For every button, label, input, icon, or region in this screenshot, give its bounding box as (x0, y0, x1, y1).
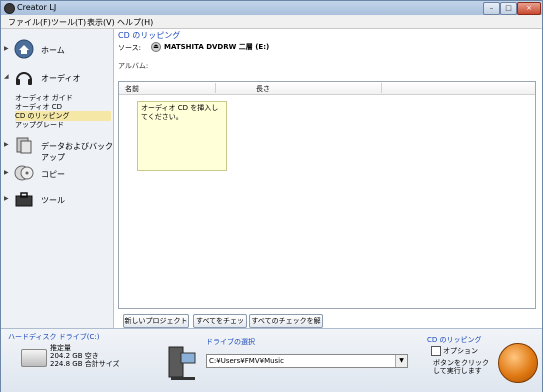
backup-icon (16, 137, 32, 154)
column-length[interactable]: 長さ (256, 84, 270, 94)
source-label: ソース: (118, 44, 142, 52)
menu-view[interactable]: 表示(V) (87, 17, 115, 28)
expand-arrow-icon: ▶ (4, 45, 9, 52)
sidebar-item-data-backup[interactable]: ▶ データおよびバックアップ (1, 133, 113, 162)
window-title: Creator LJ (17, 3, 57, 12)
source-drive-value[interactable]: MATSHITA DVDRW 二層 (E:) (164, 42, 269, 52)
column-divider (381, 83, 382, 93)
eject-icon[interactable]: ⏏ (151, 42, 161, 52)
expand-arrow-icon: ▶ (4, 141, 9, 148)
menu-help[interactable]: ヘルプ(H) (117, 17, 153, 28)
album-label: アルバム: (118, 62, 149, 70)
menu-tools[interactable]: ツール(T) (51, 17, 86, 28)
maximize-button[interactable]: □ (500, 2, 517, 15)
sidebar-label-data: データおよびバックアップ (41, 142, 113, 162)
options-checkbox[interactable] (431, 346, 441, 356)
options-label[interactable]: オプション (443, 346, 478, 356)
sidebar-item-tools[interactable]: ▶ ツール (1, 187, 113, 211)
drive-select-dropdown[interactable]: C:¥Users¥FMV¥Music ▼ (206, 354, 408, 368)
expand-arrow-icon: ▶ (4, 195, 9, 202)
uncheck-all-button[interactable]: すべてのチェックを解除 (249, 314, 323, 337)
disc-copy-icon (14, 165, 34, 181)
sidebar: ▶ ホーム ◢ オーディオ オーディオ ガイド オーディオ CD CD のリッピ… (1, 29, 114, 328)
sidebar-label-audio: オーディオ (41, 74, 81, 83)
drive-select-title: ドライブの選択 (206, 338, 255, 346)
sidebar-item-home[interactable]: ▶ ホーム (1, 37, 113, 61)
hard-disk-icon (21, 349, 47, 367)
menu-bar: ファイル(F) ツール(T) 表示(V) ヘルプ(H) (1, 15, 542, 29)
chevron-down-icon[interactable]: ▼ (395, 355, 407, 367)
main-content: CD のリッピング ソース: ⏏ MATSHITA DVDRW 二層 (E:) … (114, 29, 542, 337)
page-title: CD のリッピング (118, 31, 181, 40)
app-icon (4, 3, 15, 14)
sidebar-label-tools: ツール (41, 196, 65, 205)
sidebar-label-copy: コピー (41, 170, 65, 179)
rip-hint: ボタンをクリックして実行します (433, 359, 489, 375)
check-all-button[interactable]: すべてをチェック (193, 314, 247, 337)
collapse-arrow-icon: ◢ (4, 73, 9, 80)
track-list-header: 名前 長さ (119, 82, 535, 95)
status-panel: ハードディスク ドライブ(C:) 推定量 204.2 GB 空き 224.8 G… (1, 328, 542, 392)
drive-path-value: C:¥Users¥FMV¥Music (209, 357, 284, 365)
app-window: Creator LJ – □ × ファイル(F) ツール(T) 表示(V) ヘル… (0, 0, 543, 392)
menu-file[interactable]: ファイル(F) (8, 17, 51, 28)
total-size: 224.8 GB 合計サイズ (50, 360, 120, 368)
track-list[interactable]: 名前 長さ オーディオ CD を挿入してください。 (118, 81, 536, 309)
hard-disk-title: ハードディスク ドライブ(C:) (8, 333, 100, 341)
rip-start-button[interactable] (498, 343, 538, 383)
home-icon (14, 39, 34, 59)
expand-arrow-icon: ▶ (4, 169, 9, 176)
sidebar-sub-upgrade[interactable]: アップグレード (15, 120, 64, 130)
column-name[interactable]: 名前 (125, 84, 139, 94)
sidebar-item-copy[interactable]: ▶ コピー (1, 161, 113, 185)
column-divider (215, 83, 216, 93)
close-button[interactable]: × (517, 2, 541, 15)
minimize-button[interactable]: – (483, 2, 500, 15)
toolbox-icon (15, 192, 33, 207)
computer-icon (168, 346, 196, 380)
headphones-icon (16, 72, 32, 85)
rip-title: CD のリッピング (427, 336, 482, 344)
title-bar: Creator LJ – □ × (1, 1, 542, 15)
insert-cd-note: オーディオ CD を挿入してください。 (137, 101, 227, 171)
new-project-button[interactable]: 新しいプロジェクト(N) (123, 314, 189, 337)
sidebar-label-home: ホーム (41, 46, 65, 55)
